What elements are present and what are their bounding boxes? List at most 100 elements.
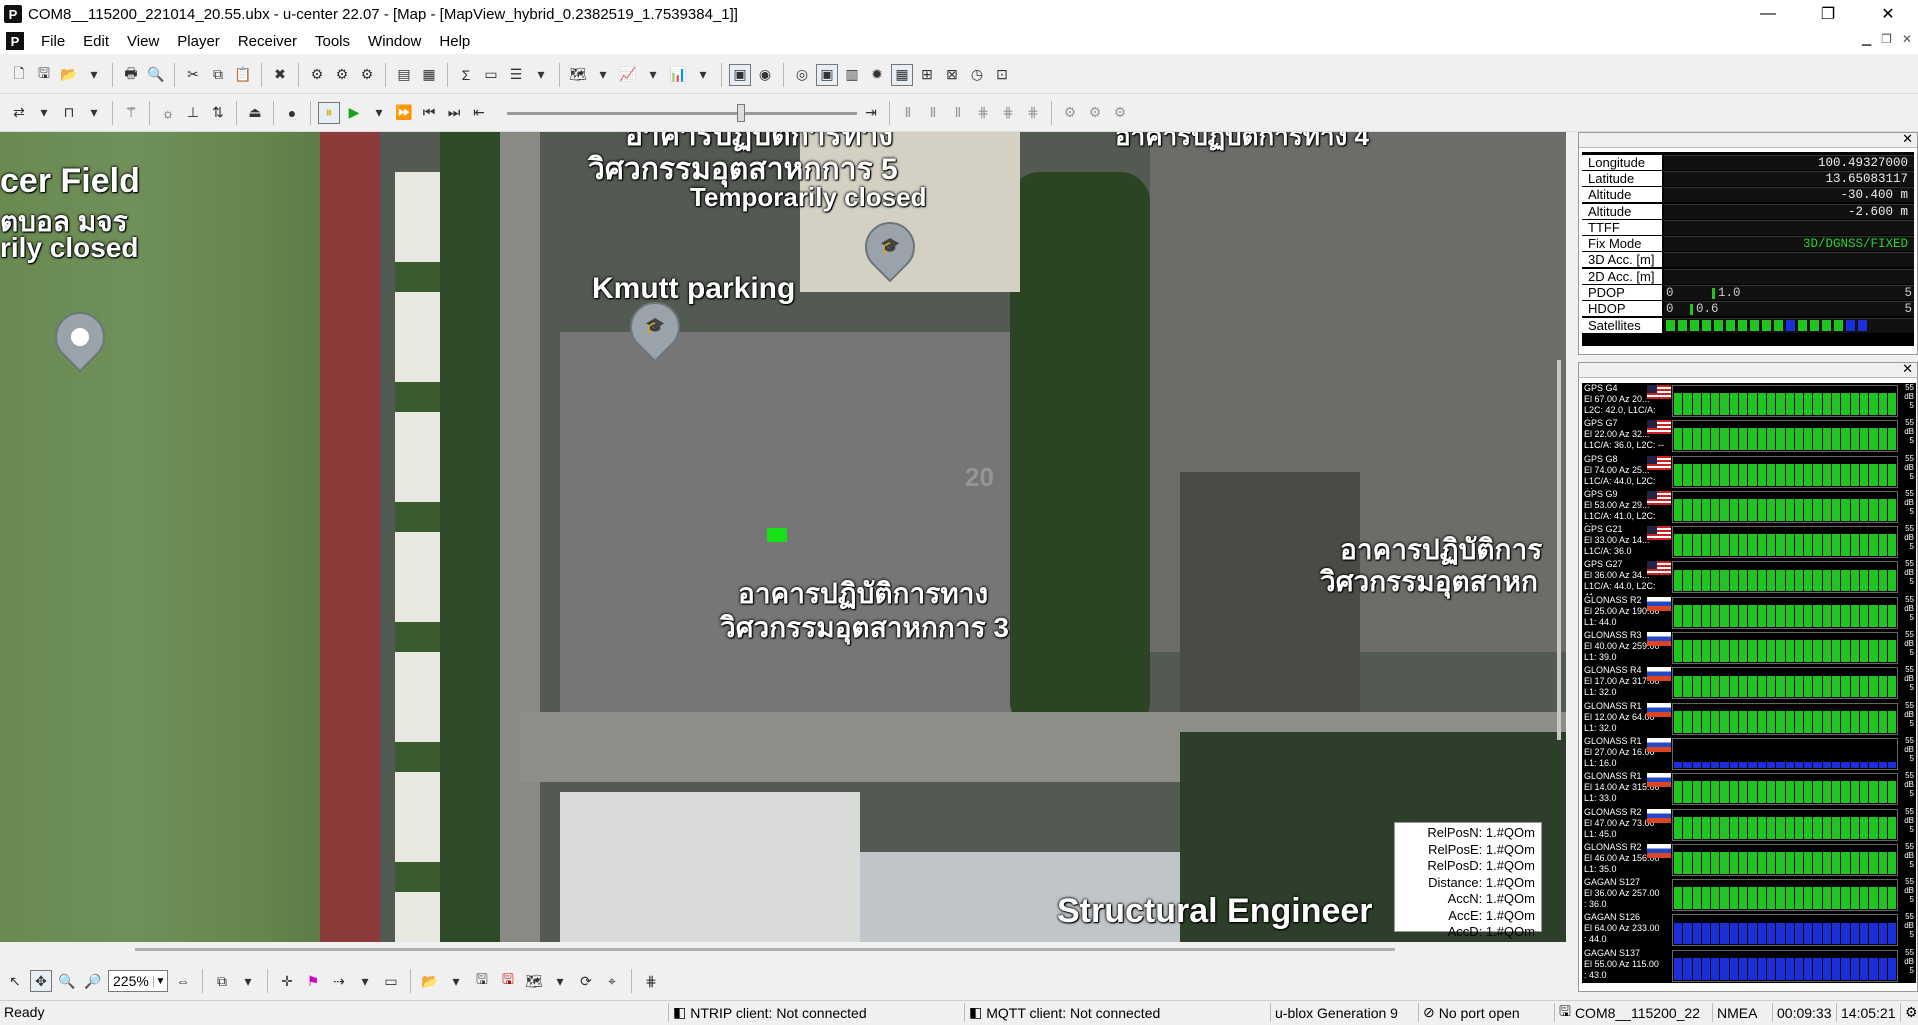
zoom-out-icon[interactable]: 🔎 [82, 970, 104, 992]
dropdown-arrow-icon[interactable]: ▾ [83, 64, 105, 86]
dropdown-arrow-icon[interactable]: ▾ [237, 970, 259, 992]
gear-a-icon[interactable]: ⚙ [1059, 102, 1081, 124]
jump-end-icon[interactable]: ⇥ [860, 102, 882, 124]
set-icon[interactable]: ⌖ [601, 970, 623, 992]
step-back-icon[interactable]: ⏮ [418, 102, 440, 124]
open-icon[interactable]: 📂 [58, 64, 80, 86]
pause-icon[interactable]: ⏸ [318, 101, 340, 124]
dropdown-arrow-icon[interactable]: ▾ [368, 102, 390, 124]
menu-tools[interactable]: Tools [306, 33, 359, 50]
new-icon[interactable]: 🗋 [8, 64, 30, 86]
menu-player[interactable]: Player [168, 33, 229, 50]
packet-view-icon[interactable]: ▤ [393, 64, 415, 86]
record-icon[interactable]: ● [281, 102, 303, 124]
histogram-icon[interactable]: 📊 [667, 64, 689, 86]
signal-icon[interactable]: ▥ [841, 64, 863, 86]
filter-b-icon[interactable]: ⋕ [997, 102, 1019, 124]
ntrip-status[interactable]: ◧ NTRIP client: Not connected [668, 1003, 962, 1022]
cut-icon[interactable]: ✂ [182, 64, 204, 86]
config-load-icon[interactable]: ⚙ [331, 64, 353, 86]
gear-icon[interactable]: ⚙ [1900, 1003, 1918, 1022]
satellite-icon[interactable]: ✹ [866, 64, 888, 86]
zoom-in-icon[interactable]: 🔍 [56, 970, 78, 992]
gear-c-icon[interactable]: ⚙ [1109, 102, 1131, 124]
eject-icon[interactable]: ⏏ [244, 102, 266, 124]
receiver-icon[interactable]: ⊥ [182, 102, 204, 124]
gear-b-icon[interactable]: ⚙ [1084, 102, 1106, 124]
binary-view-icon[interactable]: ▦ [418, 64, 440, 86]
close-button[interactable]: ✕ [1858, 0, 1918, 28]
minimize-button[interactable]: — [1738, 0, 1798, 28]
mdi-restore-icon[interactable]: ❐ [1881, 32, 1892, 46]
open-map-icon[interactable]: 📂 [419, 970, 441, 992]
poll-icon[interactable]: ⇅ [207, 102, 229, 124]
port-status[interactable]: ⊘ No port open [1418, 1003, 1554, 1022]
clock-icon[interactable]: ◷ [966, 64, 988, 86]
map-view[interactable]: cer Field ตบอล มจร rily closed อาคารปฏิบ… [0, 132, 1566, 942]
save-icon[interactable]: 🖫 [33, 64, 55, 86]
connection-icon[interactable]: ⇄ [8, 102, 30, 124]
menu-help[interactable]: Help [430, 33, 479, 50]
delete-icon[interactable]: ✖ [269, 64, 291, 86]
save-map-as-icon[interactable]: 🖫 [497, 970, 519, 992]
data-view-icon[interactable]: ▣ [729, 63, 751, 86]
play-icon[interactable]: ▶ [343, 102, 365, 124]
rewind-icon[interactable]: ⇤ [468, 102, 490, 124]
menu-receiver[interactable]: Receiver [229, 33, 306, 50]
network-icon[interactable]: ⊡ [991, 64, 1013, 86]
show-icon[interactable]: ▭ [380, 970, 402, 992]
filter-a-icon[interactable]: ⋕ [972, 102, 994, 124]
dropdown-arrow-icon[interactable]: ▾ [33, 102, 55, 124]
mdi-minimize-icon[interactable]: ▁ [1862, 32, 1871, 46]
map-vertical-scrollbar[interactable] [1557, 360, 1561, 740]
fit-view-icon[interactable]: ⇔ [172, 970, 194, 992]
messages-view-icon[interactable]: ☰ [505, 64, 527, 86]
center-position-icon[interactable]: ✛ [276, 970, 298, 992]
dropdown-arrow-icon[interactable]: ▾ [445, 970, 467, 992]
print-preview-icon[interactable]: 🔍 [145, 64, 167, 86]
dropdown-arrow-icon[interactable]: ▾ [592, 64, 614, 86]
fast-forward-icon[interactable]: ⏩ [393, 102, 415, 124]
text-console-icon[interactable]: ▭ [480, 64, 502, 86]
dropdown-arrow-icon[interactable]: ▾ [642, 64, 664, 86]
playback-slider-thumb[interactable] [737, 103, 745, 122]
dropdown-arrow-icon[interactable]: ▾ [692, 64, 714, 86]
baudrate-icon[interactable]: ⊓ [58, 102, 80, 124]
menu-file[interactable]: File [32, 33, 74, 50]
dropdown-arrow-icon[interactable]: ▾ [530, 64, 552, 86]
menu-window[interactable]: Window [359, 33, 430, 50]
statistics-icon[interactable]: Σ [455, 64, 477, 86]
dropdown-arrow-icon[interactable]: ▾ [83, 102, 105, 124]
table-view-icon[interactable]: ▦ [891, 63, 913, 86]
paste-icon[interactable]: 📋 [232, 64, 254, 86]
pos-history-icon[interactable]: ⚑ [302, 970, 324, 992]
mqtt-status[interactable]: ◧ MQTT client: Not connected [964, 1003, 1264, 1022]
hold-h-icon[interactable]: Ⅱ [897, 102, 919, 124]
config-file-icon[interactable]: ⚙ [306, 64, 328, 86]
map-layers-icon[interactable]: ⧉ [211, 970, 233, 992]
step-forward-icon[interactable]: ⏭ [443, 102, 465, 124]
sky-view-icon[interactable]: ◉ [754, 64, 776, 86]
playback-slider[interactable] [507, 102, 857, 124]
map-icon[interactable]: 🗺 [567, 64, 589, 86]
close-icon[interactable]: ✕ [1902, 131, 1913, 147]
zoom-select[interactable]: 225% ▼ [108, 970, 168, 992]
deviation-map-icon[interactable]: ⊞ [916, 64, 938, 86]
map-horizontal-scrollbar[interactable] [0, 942, 1566, 958]
pan-icon[interactable]: ✥ [30, 970, 52, 992]
maximize-button[interactable]: ❐ [1798, 0, 1858, 28]
spectrum-icon[interactable]: ⊠ [941, 64, 963, 86]
chart-icon[interactable]: 📈 [617, 64, 639, 86]
menu-view[interactable]: View [118, 33, 168, 50]
document-icon[interactable]: P [6, 32, 24, 50]
print-icon[interactable]: 🖶 [120, 64, 142, 86]
config-save-icon[interactable]: ⚙ [356, 64, 378, 86]
close-icon[interactable]: ✕ [1902, 361, 1913, 377]
compass-icon[interactable]: ◎ [791, 64, 813, 86]
map-settings-icon[interactable]: ⋕ [640, 970, 662, 992]
spd-icon[interactable]: ⇢ [328, 970, 350, 992]
save-map-icon[interactable]: 🖫 [471, 970, 493, 992]
mdi-close-icon[interactable]: ✕ [1902, 32, 1912, 46]
navigation-icon[interactable]: ▣ [816, 63, 838, 86]
online-map-icon[interactable]: 🗺 [523, 970, 545, 992]
